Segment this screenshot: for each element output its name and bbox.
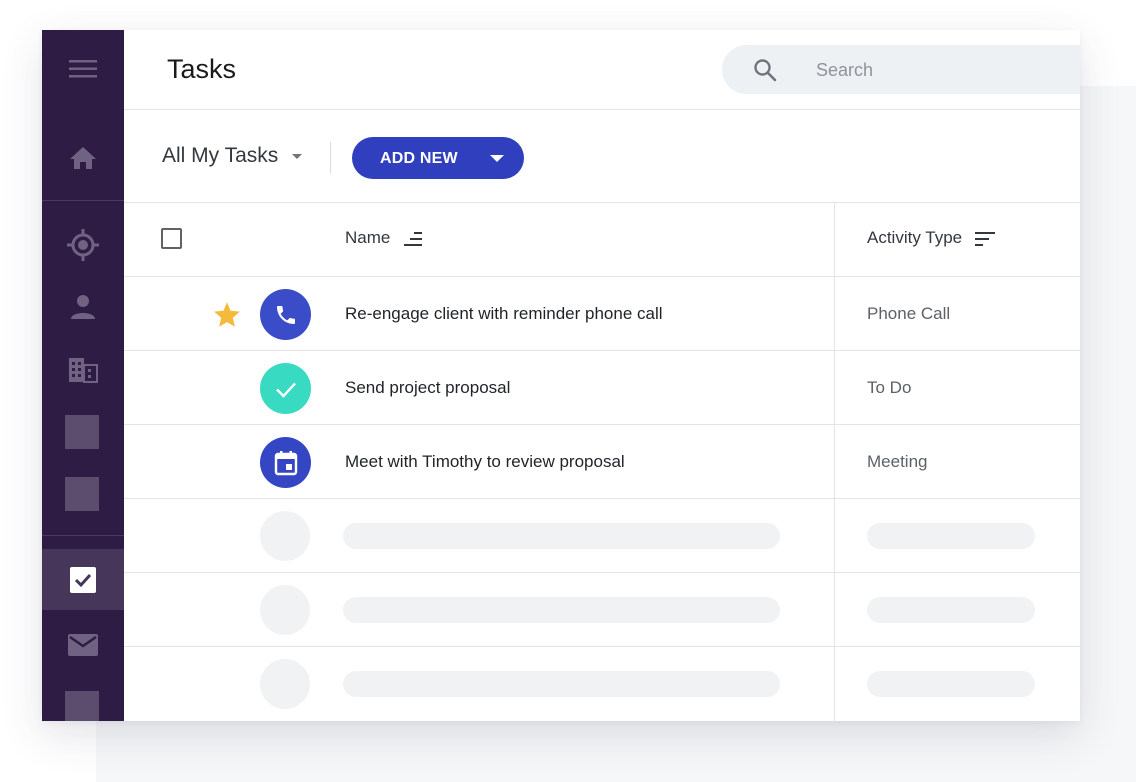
sidebar-divider	[42, 200, 124, 201]
sidebar-item-placeholder[interactable]	[65, 691, 99, 721]
activity-avatar	[260, 363, 311, 414]
placeholder-row	[124, 573, 1080, 647]
select-all-checkbox[interactable]	[161, 228, 182, 249]
search-bar[interactable]	[722, 45, 1080, 96]
placeholder-bar	[343, 523, 780, 549]
header: Tasks	[124, 30, 1080, 110]
caret-down-icon	[292, 153, 303, 159]
sort-ascending-icon	[404, 232, 423, 246]
page-title: Tasks	[167, 54, 237, 84]
home-icon	[70, 147, 96, 169]
task-filter-dropdown[interactable]: All My Tasks	[162, 144, 303, 168]
task-activity-type: Meeting	[867, 452, 928, 471]
person-icon	[71, 295, 95, 319]
phone-icon	[276, 305, 295, 324]
placeholder-bar	[867, 671, 1035, 697]
task-activity-type: Phone Call	[867, 304, 951, 323]
app-window: Tasks All My Tasks ADD NEW	[42, 30, 1080, 721]
placeholder-bar	[867, 523, 1035, 549]
target-icon	[67, 229, 99, 261]
table-row[interactable]: Re-engage client with reminder phone cal…	[124, 277, 1080, 351]
placeholder-bar	[343, 597, 780, 623]
add-new-label: ADD NEW	[380, 150, 458, 167]
check-icon	[275, 382, 296, 398]
star-icon[interactable]	[213, 301, 241, 328]
building-icon	[69, 358, 98, 383]
task-name[interactable]: Send project proposal	[345, 378, 510, 398]
table-header-row: Name Activity Type	[124, 203, 1080, 277]
toolbar-divider	[330, 142, 331, 174]
caret-down-icon[interactable]	[490, 155, 504, 162]
task-filter-label: All My Tasks	[162, 144, 279, 167]
placeholder-row	[124, 499, 1080, 573]
task-name[interactable]: Re-engage client with reminder phone cal…	[345, 304, 663, 324]
column-header-name[interactable]: Name	[345, 228, 424, 248]
calendar-icon	[274, 450, 297, 475]
column-header-activity-type-label: Activity Type	[867, 228, 963, 247]
tasks-checkbox-icon	[70, 566, 96, 593]
sidebar-item-home[interactable]	[42, 138, 124, 178]
sidebar-item-mail[interactable]	[42, 625, 124, 665]
search-input[interactable]	[814, 45, 1080, 96]
toolbar: All My Tasks ADD NEW	[124, 110, 1080, 203]
sidebar-item-contacts[interactable]	[42, 287, 124, 327]
table-row[interactable]: Meet with Timothy to review proposal Mee…	[124, 425, 1080, 499]
placeholder-row	[124, 647, 1080, 721]
activity-avatar	[260, 289, 311, 340]
main-content: Tasks All My Tasks ADD NEW	[124, 30, 1080, 721]
mail-icon	[68, 634, 98, 656]
sort-descending-icon	[975, 232, 996, 246]
menu-icon	[69, 60, 97, 78]
sidebar-item-placeholder[interactable]	[65, 477, 99, 511]
sidebar-divider	[42, 535, 124, 536]
placeholder-avatar	[260, 585, 310, 635]
activity-avatar	[260, 437, 311, 488]
column-header-name-label: Name	[345, 228, 391, 247]
task-activity-type: To Do	[867, 378, 912, 397]
sidebar-item-tasks[interactable]	[42, 549, 124, 610]
placeholder-bar	[343, 671, 780, 697]
task-name[interactable]: Meet with Timothy to review proposal	[345, 452, 625, 472]
placeholder-bar	[867, 597, 1035, 623]
menu-button[interactable]	[42, 52, 124, 86]
placeholder-avatar	[260, 511, 310, 561]
sidebar	[42, 30, 124, 721]
column-header-activity-type[interactable]: Activity Type	[867, 228, 996, 248]
sidebar-item-companies[interactable]	[42, 350, 124, 390]
add-new-button[interactable]: ADD NEW	[352, 137, 524, 179]
search-icon	[754, 59, 777, 82]
table-row[interactable]: Send project proposal To Do	[124, 351, 1080, 425]
placeholder-avatar	[260, 659, 310, 709]
sidebar-item-target[interactable]	[42, 225, 124, 265]
task-table: Name Activity Type Re-engage client with…	[124, 203, 1080, 721]
sidebar-item-placeholder[interactable]	[65, 415, 99, 449]
